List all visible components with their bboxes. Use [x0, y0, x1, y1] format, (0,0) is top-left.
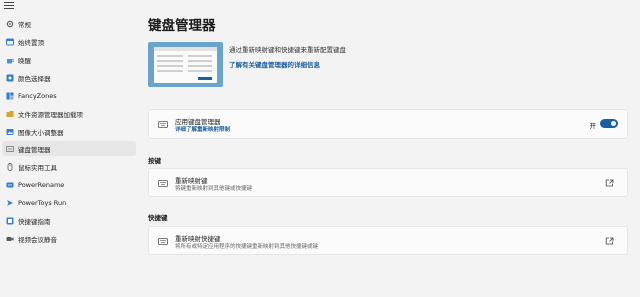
open-external-icon[interactable]: [605, 237, 614, 245]
sidebar-item-mouse[interactable]: 鼠标实用工具: [2, 159, 136, 174]
enable-toggle[interactable]: [600, 119, 618, 128]
sidebar-item-fancyzones[interactable]: FancyZones: [2, 88, 136, 103]
hamburger-menu-icon[interactable]: [4, 2, 14, 10]
sidebar-item-label: 鼠标实用工具: [18, 163, 57, 172]
sidebar-item-pin-window[interactable]: 始终置顶: [2, 34, 136, 49]
remap-limitations-link[interactable]: 详细了解重新映射限制: [175, 125, 230, 133]
sidebar-item-label: PowerToys Run: [18, 198, 67, 207]
file-explorer-icon: [6, 110, 14, 118]
coffee-cup-icon: [6, 56, 14, 64]
sidebar-item-keyboard[interactable]: 键盘管理器: [2, 141, 136, 156]
sidebar-item-file-explorer[interactable]: 文件资源管理器加载项: [2, 106, 136, 121]
sidebar-item-label: 快捷键指南: [18, 217, 51, 226]
sidebar-item-label: 始终置顶: [18, 38, 44, 47]
sidebar-item-label: PowerRename: [18, 180, 65, 189]
open-external-icon[interactable]: [605, 179, 614, 187]
remap-keys-subtitle: 将键重新映射到其他键或快捷键: [175, 186, 253, 192]
sidebar-item-coffee-cup[interactable]: 唤醒: [2, 52, 136, 67]
fancyzones-icon: [6, 92, 14, 100]
sidebar-item-label: 常规: [18, 20, 31, 29]
sidebar-item-powerrename[interactable]: PowerRename: [2, 177, 136, 192]
page-title: 键盘管理器: [148, 18, 216, 34]
sidebar-item-label: 视频会议静音: [18, 235, 57, 244]
sidebar-item-image-resizer[interactable]: 图像大小调整器: [2, 124, 136, 139]
keys-section-header: 按键: [148, 157, 161, 165]
remap-shortcuts-subtitle: 将所有或特定应用程序的快捷键重新映射到其他快捷键或键: [175, 244, 319, 250]
learn-more-link[interactable]: 了解有关键盘管理器的详细信息: [229, 59, 320, 69]
sidebar-item-label: 文件资源管理器加载项: [18, 110, 83, 119]
pin-window-icon: [6, 38, 14, 46]
sidebar-item-video-conference[interactable]: 视频会议静音: [2, 231, 136, 246]
keyboard-icon: [158, 238, 168, 245]
powertoys-run-icon: [6, 199, 14, 207]
color-picker-icon: [6, 74, 14, 82]
gear-icon: [6, 20, 14, 28]
keyboard-icon: [158, 121, 168, 128]
remap-keys-card[interactable]: 重新映射键 将键重新映射到其他键或快捷键: [148, 168, 628, 197]
sidebar-item-label: FancyZones: [18, 91, 57, 100]
shortcut-guide-icon: [6, 217, 14, 225]
sidebar-item-gear[interactable]: 常规: [2, 16, 136, 31]
sidebar-item-shortcut-guide[interactable]: 快捷键指南: [2, 213, 136, 228]
enable-keyboard-manager-card: 应用键盘管理器 详细了解重新映射限制 开: [148, 109, 628, 139]
keyboard-icon: [6, 145, 14, 153]
sidebar-item-label: 键盘管理器: [18, 145, 51, 154]
video-conference-icon: [6, 235, 14, 243]
image-resizer-icon: [6, 128, 14, 136]
sidebar-item-powertoys-run[interactable]: PowerToys Run: [2, 195, 136, 210]
toggle-state-label: 开: [589, 122, 597, 130]
sidebar-item-label: 颜色选择器: [18, 74, 51, 83]
keyboard-manager-preview-image: [148, 42, 223, 87]
module-description: 通过重新映射键和快捷键来重新配置键盘: [229, 46, 346, 54]
powerrename-icon: [6, 181, 14, 189]
remap-shortcuts-card[interactable]: 重新映射快捷键 将所有或特定应用程序的快捷键重新映射到其他快捷键或键: [148, 226, 628, 255]
sidebar-item-label: 唤醒: [18, 56, 31, 65]
sidebar-item-color-picker[interactable]: 颜色选择器: [2, 70, 136, 85]
shortcuts-section-header: 快捷键: [148, 214, 168, 222]
sidebar-item-label: 图像大小调整器: [18, 128, 64, 137]
mouse-icon: [6, 162, 14, 171]
sidebar: 常规始终置顶唤醒颜色选择器 FancyZones 文件资源管理器加载项 图像大小调整器…: [0, 0, 138, 297]
keyboard-icon: [158, 180, 168, 187]
